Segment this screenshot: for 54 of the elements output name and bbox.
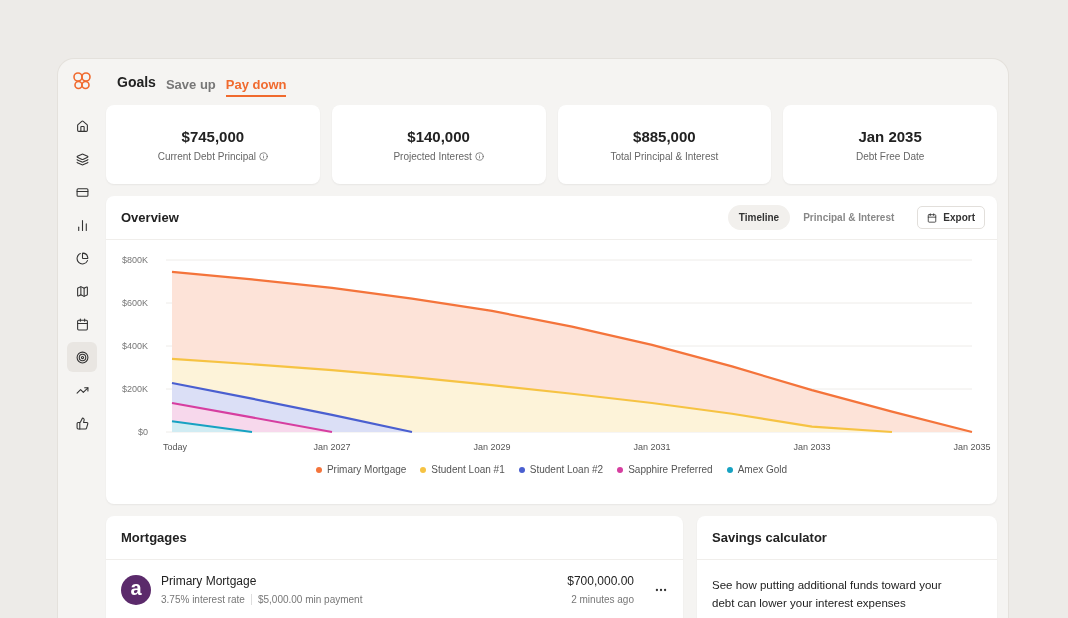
stat-value: $885,000 bbox=[633, 127, 696, 145]
stat-value: Jan 2035 bbox=[858, 127, 922, 145]
stat-label: Projected Interest bbox=[393, 150, 472, 162]
stat-label: Total Principal & Interest bbox=[610, 150, 719, 162]
map-icon bbox=[75, 284, 89, 298]
x-axis-label: Jan 2027 bbox=[313, 442, 351, 452]
card-title: Overview bbox=[121, 210, 179, 225]
x-axis-label: Jan 2031 bbox=[633, 442, 671, 452]
view-tab[interactable]: Principal & Interest bbox=[792, 205, 906, 230]
bar-chart-icon bbox=[75, 218, 89, 232]
logo-icon[interactable] bbox=[72, 71, 92, 91]
layers-icon bbox=[75, 152, 89, 166]
panel-title: Mortgages bbox=[121, 530, 187, 545]
legend-label: Sapphire Preferred bbox=[628, 464, 713, 475]
legend-label: Student Loan #2 bbox=[529, 464, 604, 475]
y-axis-label: $200K bbox=[121, 384, 148, 394]
target-icon bbox=[75, 350, 89, 364]
stat-label: Current Debt Principal bbox=[157, 150, 257, 162]
mortgage-name: Primary Mortgage bbox=[161, 574, 258, 588]
export-button[interactable]: Export bbox=[917, 206, 985, 229]
legend-label: Student Loan #1 bbox=[431, 464, 505, 475]
y-axis-label: $0 bbox=[138, 427, 148, 437]
savings-description: See how putting additional funds toward your debt can lower your interest expenses bbox=[712, 578, 943, 611]
view-tab[interactable]: Timeline bbox=[727, 205, 791, 230]
calendar-icon bbox=[927, 212, 938, 223]
legend-label: Primary Mortgage bbox=[326, 464, 407, 475]
tab[interactable]: Save up bbox=[165, 72, 216, 97]
x-axis-label: Jan 2035 bbox=[953, 442, 991, 452]
info-icon[interactable] bbox=[259, 151, 269, 161]
updated-time: 2 minutes ago bbox=[571, 594, 634, 605]
stat-value: $745,000 bbox=[181, 127, 245, 145]
mortgage-amount: $700,000.00 bbox=[567, 574, 634, 588]
pie-chart-icon bbox=[75, 251, 89, 265]
credit-card-icon bbox=[75, 185, 89, 199]
thumbs-up-icon bbox=[75, 416, 89, 430]
lender-logo: a bbox=[121, 574, 151, 605]
home-icon bbox=[75, 119, 89, 133]
x-axis-label: Jan 2033 bbox=[793, 442, 831, 452]
stat-label: Debt Free Date bbox=[855, 150, 925, 162]
tab[interactable]: Pay down bbox=[225, 72, 287, 97]
interest-rate: 3.75% interest rate bbox=[161, 594, 245, 605]
y-axis-label: $800K bbox=[121, 255, 148, 265]
page-title: Goals bbox=[117, 74, 156, 90]
info-icon[interactable] bbox=[474, 151, 484, 161]
sidebar-item[interactable] bbox=[67, 342, 97, 372]
legend-label: Amex Gold bbox=[737, 464, 788, 475]
min-payment: $5,000.00 min payment bbox=[257, 594, 363, 605]
panel-title: Savings calculator bbox=[712, 530, 827, 545]
stat-value: $140,000 bbox=[407, 127, 470, 145]
x-axis-label: Today bbox=[163, 442, 187, 452]
x-axis-label: Jan 2029 bbox=[473, 442, 511, 452]
y-axis-label: $600K bbox=[121, 298, 148, 308]
y-axis-label: $400K bbox=[121, 341, 148, 351]
calendar-icon bbox=[75, 317, 89, 331]
